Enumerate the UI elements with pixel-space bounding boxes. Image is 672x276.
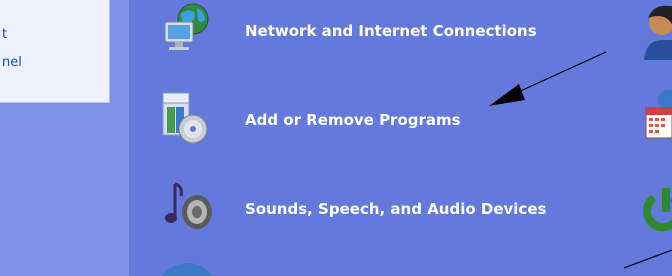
annotation-arrow	[489, 51, 672, 269]
